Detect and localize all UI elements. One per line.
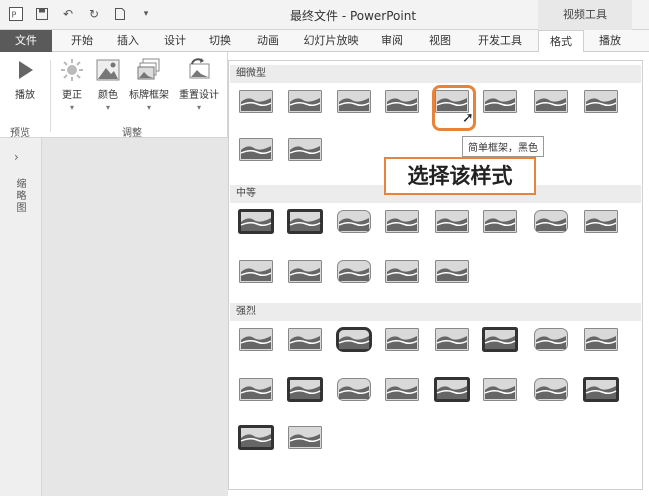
powerpoint-logo-icon: P [8, 6, 24, 22]
video-style-thumbnail[interactable] [237, 135, 275, 165]
video-style-thumbnail[interactable] [286, 325, 324, 355]
video-style-thumbnail[interactable] [383, 207, 421, 237]
video-style-thumbnail[interactable] [582, 207, 620, 237]
video-style-thumbnail[interactable] [433, 257, 471, 287]
video-style-thumbnail[interactable] [335, 325, 373, 355]
poster-frame-label: 标牌框架 [129, 90, 169, 101]
video-style-thumbnail[interactable] [433, 207, 471, 237]
video-style-thumbnail[interactable] [286, 375, 324, 405]
tab-transitions[interactable]: 切换 [200, 30, 240, 52]
tab-developer[interactable]: 开发工具 [470, 30, 530, 52]
video-style-thumbnail[interactable] [237, 87, 275, 117]
sun-icon [60, 58, 84, 82]
picture-color-icon [96, 58, 120, 82]
reset-design-label: 重置设计 [179, 90, 219, 101]
window-title: 最终文件 - PowerPoint [290, 9, 417, 23]
video-style-thumbnail[interactable] [286, 423, 324, 453]
ribbon-body: 播放 更正 ▾ 颜色 ▾ 标牌框架 ▾ 重置设计 ▾ 预览 调整 [0, 52, 228, 139]
color-button[interactable]: 颜色 ▾ [88, 58, 128, 112]
video-style-thumbnail[interactable] [582, 325, 620, 355]
redo-icon[interactable]: ↻ [86, 6, 102, 22]
video-style-thumbnail[interactable] [582, 87, 620, 117]
video-style-thumbnail[interactable] [286, 257, 324, 287]
video-style-thumbnail[interactable] [481, 207, 519, 237]
video-style-thumbnail[interactable] [383, 257, 421, 287]
color-label: 颜色 [98, 90, 118, 101]
play-icon [13, 58, 37, 82]
video-style-thumbnail[interactable] [335, 257, 373, 287]
chevron-down-icon: ▾ [196, 103, 201, 112]
tab-review[interactable]: 审阅 [372, 30, 412, 52]
tab-insert[interactable]: 插入 [108, 30, 148, 52]
reset-design-button[interactable]: 重置设计 ▾ [174, 58, 224, 112]
tab-format[interactable]: 格式 [538, 30, 584, 52]
category-subtle: 细微型 [230, 65, 641, 83]
save-icon[interactable] [34, 6, 50, 22]
instruction-callout: 选择该样式 [384, 157, 536, 195]
corrections-label: 更正 [62, 90, 82, 101]
video-style-thumbnail[interactable] [237, 423, 275, 453]
category-intense: 强烈 [230, 303, 641, 321]
chevron-down-icon: ▾ [105, 103, 110, 112]
mouse-pointer-icon: ➚ [462, 110, 474, 126]
video-style-thumbnail[interactable] [532, 87, 570, 117]
video-style-thumbnail[interactable] [237, 325, 275, 355]
thumbnail-pane: › 缩略图 [0, 138, 42, 496]
tab-playback[interactable]: 播放 [588, 30, 632, 52]
video-style-thumbnail[interactable] [532, 325, 570, 355]
video-style-thumbnail[interactable] [383, 87, 421, 117]
video-style-thumbnail[interactable] [237, 375, 275, 405]
play-label: 播放 [15, 90, 35, 101]
video-style-thumbnail[interactable] [582, 375, 620, 405]
video-style-thumbnail[interactable] [286, 135, 324, 165]
video-tools-contextual-label: 视频工具 [538, 0, 632, 30]
video-styles-gallery: 细微型 中等 强烈 ➚ 简单框架，黑色 选择该样式 [228, 60, 643, 490]
style-tooltip: 简单框架，黑色 [462, 136, 544, 157]
video-style-thumbnail[interactable] [383, 375, 421, 405]
video-style-thumbnail[interactable] [383, 325, 421, 355]
tab-design[interactable]: 设计 [155, 30, 195, 52]
video-style-thumbnail[interactable] [532, 375, 570, 405]
customize-qat-icon[interactable]: ▾ [138, 6, 154, 22]
video-style-thumbnail[interactable] [481, 87, 519, 117]
chevron-down-icon: ▾ [69, 103, 74, 112]
video-style-thumbnail[interactable] [433, 325, 471, 355]
ribbon-tabs: 文件 开始 插入 设计 切换 动画 幻灯片放映 审阅 视图 开发工具 格式 播放 [0, 30, 649, 52]
tab-slideshow[interactable]: 幻灯片放映 [298, 30, 364, 52]
corrections-button[interactable]: 更正 ▾ [52, 58, 92, 112]
video-style-thumbnail[interactable] [237, 257, 275, 287]
title-bar: P ↶ ↻ ▾ 最终文件 - PowerPoint 视频工具 [0, 0, 649, 30]
tab-file[interactable]: 文件 [0, 30, 52, 52]
poster-frame-button[interactable]: 标牌框架 ▾ [126, 58, 172, 112]
poster-frame-icon [137, 58, 161, 82]
video-style-thumbnail[interactable] [481, 325, 519, 355]
group-divider [50, 60, 51, 132]
play-button[interactable]: 播放 [5, 58, 45, 101]
video-style-thumbnail[interactable] [532, 207, 570, 237]
new-file-icon[interactable] [112, 6, 128, 22]
chevron-down-icon: ▾ [146, 103, 151, 112]
expand-chevron-icon[interactable]: › [14, 150, 19, 164]
video-style-thumbnail[interactable] [335, 207, 373, 237]
reset-design-icon [187, 58, 211, 82]
group-label-preview: 预览 [10, 128, 30, 139]
video-style-thumbnail[interactable] [481, 375, 519, 405]
tab-home[interactable]: 开始 [60, 30, 104, 52]
undo-icon[interactable]: ↶ [60, 6, 76, 22]
tab-animations[interactable]: 动画 [248, 30, 288, 52]
group-label-adjust: 调整 [122, 128, 142, 139]
thumbnail-pane-label: 缩略图 [14, 178, 25, 214]
video-style-thumbnail[interactable] [237, 207, 275, 237]
video-style-thumbnail[interactable] [433, 375, 471, 405]
video-style-thumbnail[interactable] [335, 87, 373, 117]
video-style-thumbnail[interactable] [286, 87, 324, 117]
video-style-thumbnail[interactable] [286, 207, 324, 237]
tab-view[interactable]: 视图 [420, 30, 460, 52]
svg-text:P: P [12, 11, 17, 20]
slide-area [42, 138, 228, 496]
video-style-thumbnail[interactable] [335, 375, 373, 405]
quick-access-toolbar: P ↶ ↻ ▾ [8, 6, 154, 22]
